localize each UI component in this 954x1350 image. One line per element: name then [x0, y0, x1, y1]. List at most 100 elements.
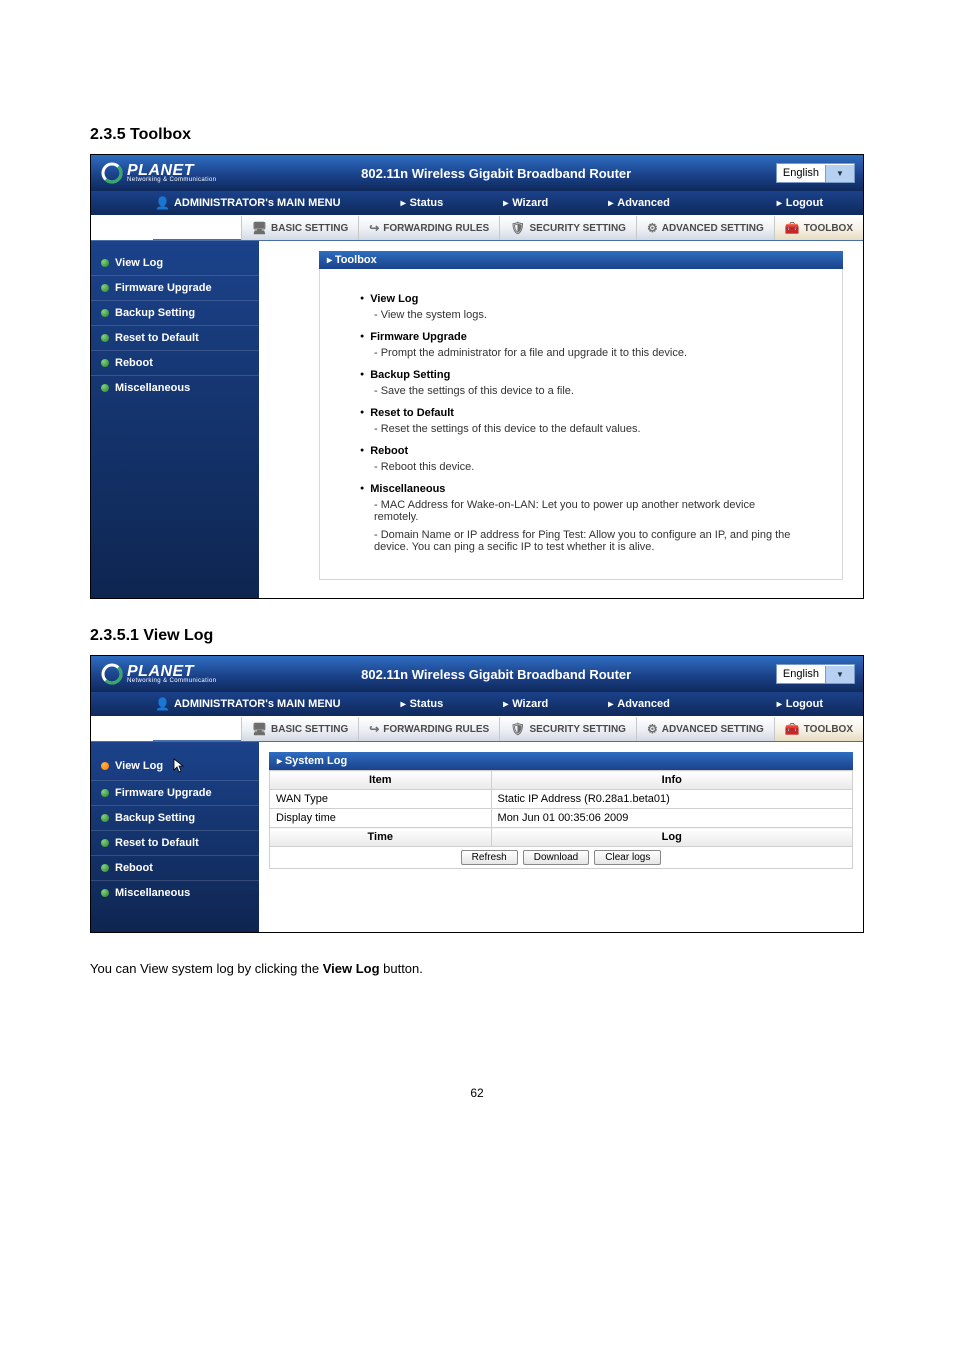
- language-select[interactable]: English ▼: [776, 664, 855, 684]
- tb-desc: - Domain Name or IP address for Ping Tes…: [374, 529, 802, 553]
- tab-forwarding[interactable]: ↪FORWARDING RULES: [358, 216, 499, 240]
- menu-item-status[interactable]: Status: [401, 698, 444, 710]
- toolbox-icon: 🧰: [785, 722, 800, 736]
- bullet-icon: [101, 814, 109, 822]
- tb-item: Backup Setting: [360, 369, 802, 381]
- menu-item-status[interactable]: Status: [401, 197, 444, 209]
- sidebar-item-reboot[interactable]: Reboot: [91, 856, 259, 881]
- forward-icon: ↪: [369, 722, 379, 736]
- tab-toolbox[interactable]: 🧰TOOLBOX: [774, 216, 863, 240]
- table-row: Display time Mon Jun 01 00:35:06 2009: [270, 809, 853, 828]
- sidebar-item-viewlog[interactable]: View Log: [91, 752, 259, 781]
- screenshot-toolbox: PLANET Networking & Communication 802.11…: [90, 154, 864, 599]
- tb-desc: - Prompt the administrator for a file an…: [374, 347, 802, 359]
- sidebar-item-reboot[interactable]: Reboot: [91, 351, 259, 376]
- chevron-down-icon: ▼: [825, 666, 854, 683]
- tab-advanced[interactable]: ⚙ADVANCED SETTING: [636, 717, 774, 741]
- content-panel: System Log Item Info WAN Type Static IP …: [259, 742, 863, 932]
- bullet-icon: [101, 359, 109, 367]
- tb-desc: - Reset the settings of this device to t…: [374, 423, 802, 435]
- tb-desc: - Save the settings of this device to a …: [374, 385, 802, 397]
- tab-advanced[interactable]: ⚙ADVANCED SETTING: [636, 216, 774, 240]
- bullet-icon: [101, 334, 109, 342]
- brand-tagline: Networking & Communication: [127, 177, 216, 183]
- menu-item-wizard[interactable]: Wizard: [503, 197, 548, 209]
- download-button[interactable]: Download: [523, 850, 589, 865]
- sidebar: View Log Firmware Upgrade Backup Setting…: [91, 742, 259, 932]
- chevron-down-icon: ▼: [825, 165, 854, 182]
- viewlog-label: View Log: [323, 961, 380, 976]
- tb-desc: - MAC Address for Wake-on-LAN: Let you t…: [374, 499, 802, 523]
- sidebar-item-backup[interactable]: Backup Setting: [91, 806, 259, 831]
- cursor-icon: [173, 758, 187, 774]
- section-heading-toolbox: 2.3.5 Toolbox: [90, 126, 864, 144]
- cell-info: Static IP Address (R0.28a1.beta01): [491, 790, 852, 809]
- tab-basic[interactable]: 🖥BASIC SETTING: [241, 717, 358, 741]
- button-row: Refresh Download Clear logs: [270, 847, 853, 869]
- brand-tagline: Networking & Communication: [127, 678, 216, 684]
- brand-logo: PLANET Networking & Communication: [91, 162, 216, 184]
- col-info: Info: [491, 771, 852, 790]
- panel-title: Toolbox: [319, 251, 843, 269]
- shield-icon: 🛡: [510, 722, 525, 736]
- bullet-icon: [101, 259, 109, 267]
- sidebar-item-viewlog[interactable]: View Log: [91, 251, 259, 276]
- sidebar-item-reset[interactable]: Reset to Default: [91, 326, 259, 351]
- sidebar-item-backup[interactable]: Backup Setting: [91, 301, 259, 326]
- language-value: English: [777, 167, 825, 179]
- tb-desc: - View the system logs.: [374, 309, 802, 321]
- clear-logs-button[interactable]: Clear logs: [594, 850, 661, 865]
- app-header: PLANET Networking & Communication 802.11…: [91, 155, 863, 191]
- tab-toolbox[interactable]: 🧰TOOLBOX: [774, 717, 863, 741]
- gear-icon: ⚙: [647, 221, 658, 235]
- menu-item-logout[interactable]: Logout: [777, 197, 823, 209]
- app-header: PLANET Networking & Communication 802.11…: [91, 656, 863, 692]
- user-icon: 👤: [155, 196, 170, 210]
- gear-icon: ⚙: [647, 722, 658, 736]
- tb-item: Reset to Default: [360, 407, 802, 419]
- content-panel: Toolbox View Log - View the system logs.…: [259, 241, 863, 598]
- toolbox-description: View Log - View the system logs. Firmwar…: [319, 269, 843, 580]
- menu-item-wizard[interactable]: Wizard: [503, 698, 548, 710]
- tab-security[interactable]: 🛡SECURITY SETTING: [499, 717, 636, 741]
- bullet-icon: [101, 864, 109, 872]
- sidebar-item-reset[interactable]: Reset to Default: [91, 831, 259, 856]
- monitor-icon: 🖥: [252, 722, 267, 736]
- menu-item-advanced[interactable]: Advanced: [608, 197, 670, 209]
- main-menu: 👤 ADMINISTRATOR's MAIN MENU Status Wizar…: [91, 191, 863, 215]
- page-number: 62: [90, 1086, 864, 1100]
- sidebar-item-firmware[interactable]: Firmware Upgrade: [91, 781, 259, 806]
- tab-forwarding[interactable]: ↪FORWARDING RULES: [358, 717, 499, 741]
- bullet-icon: [101, 839, 109, 847]
- user-icon: 👤: [155, 697, 170, 711]
- cell-item: Display time: [270, 809, 492, 828]
- sidebar: View Log Firmware Upgrade Backup Setting…: [91, 241, 259, 598]
- menu-item-logout[interactable]: Logout: [777, 698, 823, 710]
- bullet-icon: [101, 384, 109, 392]
- admin-label: 👤 ADMINISTRATOR's MAIN MENU: [91, 697, 341, 711]
- tab-basic[interactable]: 🖥BASIC SETTING: [241, 216, 358, 240]
- tb-item: Reboot: [360, 445, 802, 457]
- main-menu: 👤 ADMINISTRATOR's MAIN MENU Status Wizar…: [91, 692, 863, 716]
- toolbox-icon: 🧰: [785, 221, 800, 235]
- col-time: Time: [270, 828, 492, 847]
- col-item: Item: [270, 771, 492, 790]
- system-log-table: Item Info WAN Type Static IP Address (R0…: [269, 770, 853, 869]
- forward-icon: ↪: [369, 221, 379, 235]
- menu-item-advanced[interactable]: Advanced: [608, 698, 670, 710]
- tb-item: View Log: [360, 293, 802, 305]
- document-page: 2.3.5 Toolbox PLANET Networking & Commun…: [0, 0, 954, 1160]
- refresh-button[interactable]: Refresh: [461, 850, 518, 865]
- language-value: English: [777, 668, 825, 680]
- col-log: Log: [491, 828, 852, 847]
- sidebar-item-misc[interactable]: Miscellaneous: [91, 376, 259, 400]
- admin-label: 👤 ADMINISTRATOR's MAIN MENU: [91, 196, 341, 210]
- cell-item: WAN Type: [270, 790, 492, 809]
- sidebar-item-misc[interactable]: Miscellaneous: [91, 881, 259, 905]
- cell-info: Mon Jun 01 00:35:06 2009: [491, 809, 852, 828]
- tab-security[interactable]: 🛡SECURITY SETTING: [499, 216, 636, 240]
- sidebar-item-firmware[interactable]: Firmware Upgrade: [91, 276, 259, 301]
- section-heading-viewlog: 2.3.5.1 View Log: [90, 627, 864, 645]
- table-row: WAN Type Static IP Address (R0.28a1.beta…: [270, 790, 853, 809]
- language-select[interactable]: English ▼: [776, 163, 855, 183]
